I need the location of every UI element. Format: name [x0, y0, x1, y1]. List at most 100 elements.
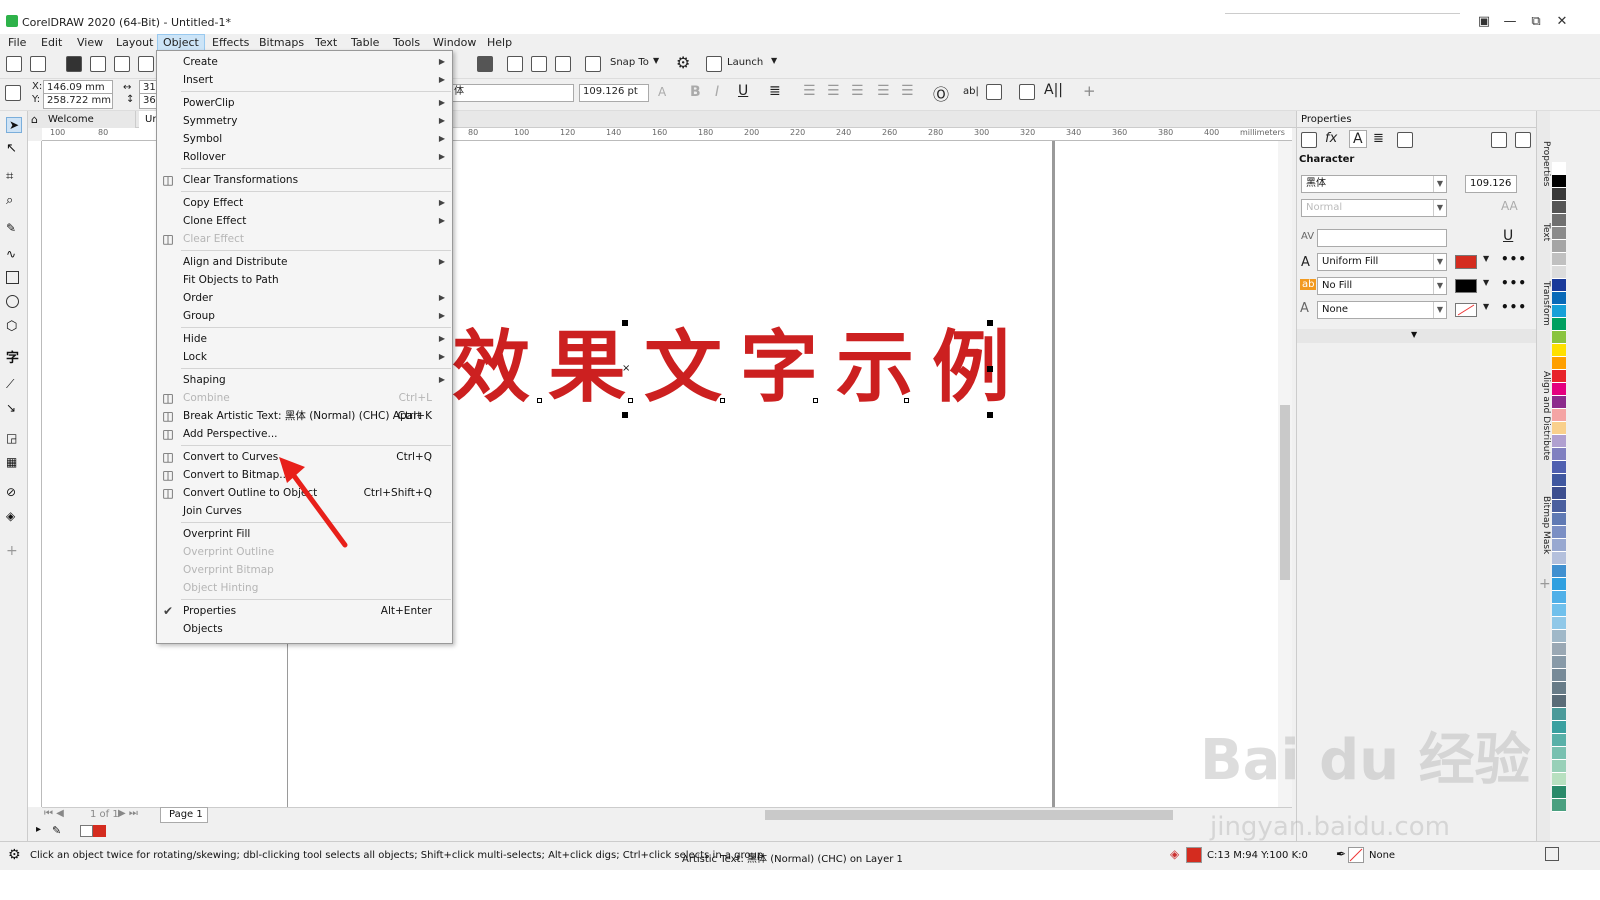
menu-bitmaps[interactable]: Bitmaps — [254, 34, 309, 51]
snap-to-chevron-down-icon[interactable]: ▼ — [653, 56, 659, 65]
palette-swatch[interactable] — [1552, 370, 1566, 383]
text-node[interactable] — [813, 398, 818, 403]
outline-more-button[interactable]: ••• — [1501, 300, 1527, 314]
freehand-tool-icon[interactable]: ✎ — [6, 221, 22, 237]
palette-swatch[interactable] — [1552, 656, 1566, 669]
chevron-down-icon[interactable]: ▼ — [1483, 302, 1489, 311]
palette-swatch[interactable] — [1552, 240, 1566, 253]
print-icon[interactable] — [138, 56, 154, 72]
y-position-input[interactable]: 258.722 mm — [43, 93, 113, 109]
vertical-ruler[interactable] — [28, 141, 42, 807]
restore-button[interactable]: ⧉ — [1524, 13, 1548, 31]
indent-decrease-icon[interactable]: ☰ — [901, 83, 914, 99]
palette-swatch[interactable] — [1552, 279, 1566, 292]
vertical-scroll-thumb[interactable] — [1280, 405, 1290, 580]
shape-tool-icon[interactable]: ↖ — [6, 141, 22, 157]
selection-handle[interactable] — [987, 320, 993, 326]
palette-expand-icon[interactable]: ▸ — [36, 824, 41, 835]
connector-tool-icon[interactable]: ↘ — [6, 401, 22, 417]
artistic-media-icon[interactable]: ∿ — [6, 247, 22, 263]
docker-object-icon[interactable] — [1515, 132, 1531, 148]
menu-window[interactable]: Window — [428, 34, 481, 51]
edit-text-icon[interactable]: ab| — [963, 86, 979, 97]
palette-swatch[interactable] — [1552, 318, 1566, 331]
menu-item-hide[interactable]: Hide ▶ — [157, 330, 452, 348]
palette-swatch[interactable] — [1552, 435, 1566, 448]
outline-props-icon[interactable] — [1301, 132, 1317, 148]
menu-item-symbol[interactable]: Symbol ▶ — [157, 130, 452, 148]
cloud-download-icon[interactable] — [114, 56, 130, 72]
bold-icon[interactable]: B — [690, 84, 701, 100]
object-origin-icon[interactable] — [5, 85, 21, 101]
palette-swatch[interactable] — [1552, 708, 1566, 721]
palette-swatch[interactable] — [1552, 760, 1566, 773]
underline-props-icon[interactable]: U — [1503, 228, 1513, 244]
frame-tab-icon[interactable] — [1397, 132, 1413, 148]
horizontal-scroll-thumb[interactable] — [765, 810, 1173, 820]
underline-icon[interactable]: U — [738, 83, 748, 99]
menu-item-insert[interactable]: Insert ▶ — [157, 71, 452, 89]
palette-swatch[interactable] — [1552, 682, 1566, 695]
menu-table[interactable]: Table — [346, 34, 384, 51]
menu-tools[interactable]: Tools — [388, 34, 425, 51]
character-tab-icon[interactable]: A — [1349, 130, 1367, 148]
palette-swatch[interactable] — [1552, 383, 1566, 396]
palette-swatch[interactable] — [1552, 565, 1566, 578]
minimize-button[interactable]: — — [1498, 13, 1522, 31]
props-expand-bar[interactable]: ▼ — [1297, 329, 1537, 343]
bg-fill-type-dropdown[interactable]: No Fill ▼ — [1317, 277, 1447, 295]
palette-swatch[interactable] — [1552, 578, 1566, 591]
text-node[interactable] — [628, 398, 633, 403]
drop-cap-icon[interactable]: ☰ — [851, 83, 864, 99]
palette-swatch[interactable] — [1552, 357, 1566, 370]
page-nav-last-icon[interactable]: ▶ ⏭ — [118, 808, 138, 819]
palette-swatch[interactable] — [1552, 292, 1566, 305]
chevron-down-icon[interactable]: ▼ — [1483, 254, 1489, 263]
menu-item-create[interactable]: Create ▶ — [157, 53, 452, 71]
rectangle-tool-icon[interactable] — [6, 271, 19, 284]
text-case-icon[interactable]: AA — [1501, 199, 1518, 213]
docker-tab-bitmap-mask[interactable]: Bitmap Mask — [1537, 496, 1551, 566]
selection-handle[interactable] — [622, 320, 628, 326]
menu-help[interactable]: Help — [482, 34, 517, 51]
palette-swatch[interactable] — [1552, 552, 1566, 565]
bg-fill-more-button[interactable]: ••• — [1501, 276, 1527, 290]
menu-item-align-and-distribute[interactable]: Align and Distribute ▶ — [157, 253, 452, 271]
docker-tab-properties[interactable]: Properties — [1537, 141, 1551, 201]
account-icon[interactable]: ▣ — [1472, 13, 1496, 31]
palette-swatch[interactable] — [1552, 747, 1566, 760]
kerning-input[interactable] — [1317, 229, 1447, 247]
show-grid-icon[interactable] — [531, 56, 547, 72]
page-tab[interactable]: Page 1 — [160, 807, 208, 823]
red-doc-swatch[interactable] — [93, 825, 106, 837]
selection-handle[interactable] — [622, 412, 628, 418]
fullscreen-preview-icon[interactable] — [477, 56, 493, 72]
paragraph-tab-icon[interactable]: ≣ — [1373, 131, 1384, 146]
menu-item-symmetry[interactable]: Symmetry ▶ — [157, 112, 452, 130]
menu-item-order[interactable]: Order ▶ — [157, 289, 452, 307]
menu-item-copy-effect[interactable]: Copy Effect ▶ — [157, 194, 452, 212]
rotation-center-icon[interactable]: × — [622, 363, 630, 374]
palette-swatch[interactable] — [1552, 617, 1566, 630]
palette-swatch[interactable] — [1552, 253, 1566, 266]
fill-color-swatch[interactable] — [1455, 255, 1477, 269]
text-node[interactable] — [904, 398, 909, 403]
cloud-upload-icon[interactable] — [90, 56, 106, 72]
palette-swatch[interactable] — [1552, 513, 1566, 526]
menu-effects[interactable]: Effects — [207, 34, 254, 51]
snap-to-button[interactable]: Snap To — [610, 57, 649, 68]
pick-tool-icon[interactable]: ➤ — [6, 117, 22, 133]
polygon-tool-icon[interactable]: ⬡ — [6, 319, 22, 335]
palette-swatch[interactable] — [1552, 227, 1566, 240]
dimension-tool-icon[interactable]: ⟋ — [6, 377, 22, 393]
bg-fill-color-swatch[interactable] — [1455, 279, 1477, 293]
palette-swatch[interactable] — [1552, 188, 1566, 201]
tab-welcome-screen[interactable]: ⌂ Welcome Screen — [28, 111, 136, 142]
add-tool-plus-icon[interactable]: + — [6, 543, 22, 559]
palette-swatch[interactable] — [1552, 721, 1566, 734]
palette-swatch[interactable] — [1552, 175, 1566, 188]
docker-tab-align[interactable]: Align and Distribute — [1537, 371, 1551, 471]
docker-tab-transform[interactable]: Transform — [1537, 281, 1551, 341]
palette-swatch[interactable] — [1552, 409, 1566, 422]
new-document-icon[interactable] — [6, 56, 22, 72]
